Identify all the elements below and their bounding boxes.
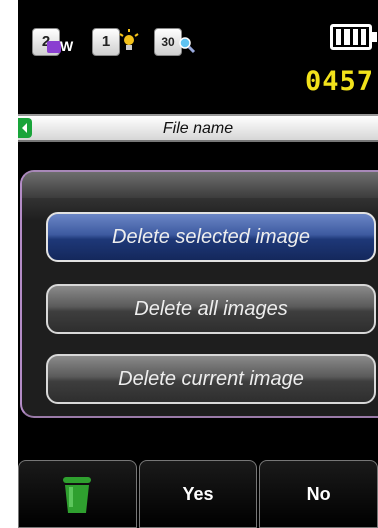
delete-current-button[interactable]: Delete current image <box>46 354 376 404</box>
image-size-sub: W <box>60 38 74 54</box>
trash-key[interactable] <box>18 460 137 528</box>
delete-all-button[interactable]: Delete all images <box>46 284 376 334</box>
flash-value: 1 <box>101 33 111 50</box>
delete-selected-button[interactable]: Delete selected image <box>46 212 376 262</box>
file-name-label: File name <box>162 120 234 137</box>
status-bar: 2 W 1 30 0457 <box>18 0 378 100</box>
image-size-icon: 2 <box>32 28 61 56</box>
yes-button[interactable]: Yes <box>138 460 258 528</box>
softkey-bar: Yes No <box>18 460 378 528</box>
aspect-badge <box>47 41 61 53</box>
battery-icon <box>330 24 377 50</box>
bulb-icon <box>119 29 139 50</box>
shot-counter: 0457 <box>304 66 374 97</box>
trash-icon <box>63 477 92 513</box>
flash-mode-icon: 1 <box>92 28 120 56</box>
no-button[interactable]: No <box>259 460 378 528</box>
panel-header <box>22 172 378 198</box>
file-name-bar[interactable]: File name <box>18 114 378 142</box>
zoom-value: 30 <box>161 35 175 49</box>
camera-screen: 2 W 1 30 0457 File name Delete selected <box>18 0 378 528</box>
magnifier-icon <box>179 37 196 54</box>
delete-menu-panel: Delete selected image Delete all images … <box>20 170 378 418</box>
